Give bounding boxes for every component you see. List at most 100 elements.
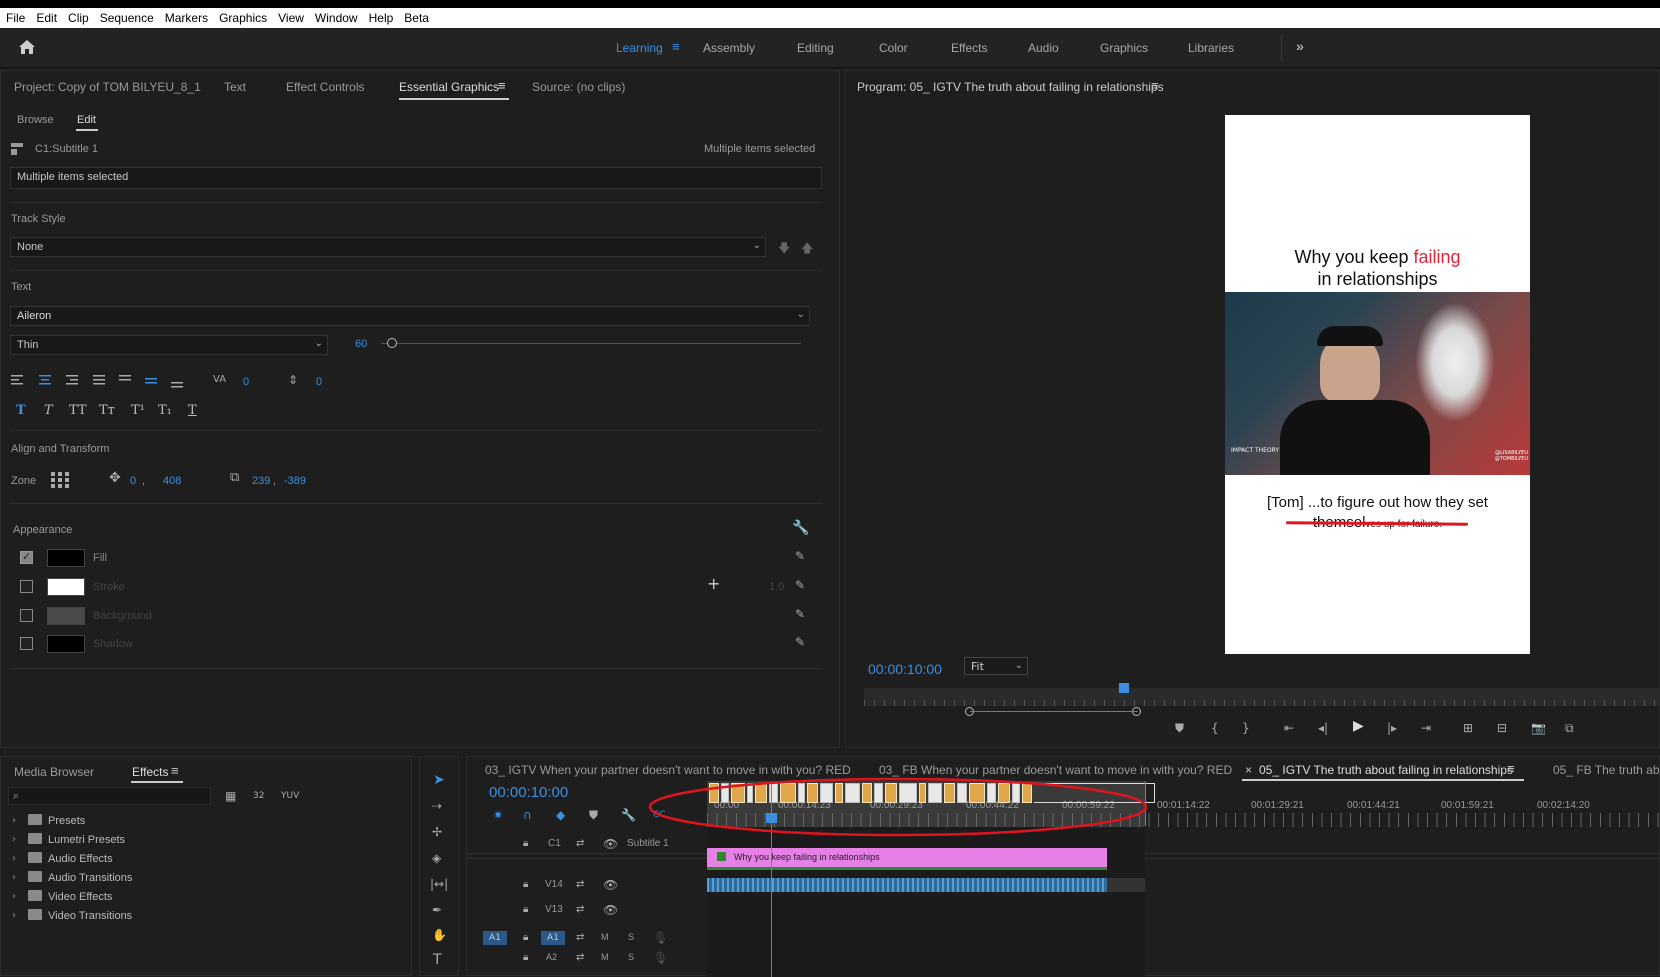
mark-in-icon[interactable]: { — [1211, 721, 1219, 735]
sync-icon[interactable]: ⇄ — [576, 903, 584, 917]
mic-icon[interactable]: 🎙︎ — [653, 951, 668, 965]
menu-clip[interactable]: Clip — [68, 11, 89, 25]
background-checkbox[interactable] — [20, 609, 33, 622]
eye-icon[interactable]: 👁︎ — [603, 903, 618, 917]
tab-source[interactable]: Source: (no clips) — [532, 80, 625, 94]
multiple-items-field[interactable]: Multiple items selected — [10, 167, 822, 189]
fill-checkbox[interactable]: ✓ — [20, 550, 33, 564]
graphic-clip[interactable]: Why you keep failing in relationships — [707, 848, 1107, 870]
workspace-learning[interactable]: Learning — [616, 41, 663, 55]
stroke-width-value[interactable]: 1.0 — [769, 581, 784, 593]
linked-selection-icon[interactable]: ◆ — [556, 808, 565, 822]
push-up-icon[interactable]: 🡅 — [801, 241, 813, 255]
close-tab-icon[interactable]: × — [1245, 763, 1252, 777]
tree-item[interactable]: › Video Effects — [10, 890, 404, 908]
subscript-button[interactable]: T₁ — [158, 403, 172, 418]
anchor-x[interactable]: 239 — [252, 475, 270, 487]
tree-item[interactable]: › Audio Effects — [10, 852, 404, 870]
32bit-effects-icon[interactable]: 32 — [253, 789, 264, 803]
underline-button[interactable]: T — [188, 403, 197, 418]
workspace-overflow-icon[interactable]: » — [1296, 38, 1304, 54]
workspace-graphics[interactable]: Graphics — [1100, 41, 1148, 55]
step-forward-icon[interactable]: |▸ — [1387, 721, 1397, 735]
solo-button[interactable]: S — [628, 932, 634, 942]
menu-sequence[interactable]: Sequence — [100, 11, 154, 25]
ripple-edit-tool-icon[interactable]: ✢ — [432, 825, 442, 839]
effects-search-input[interactable]: ⌕ — [8, 787, 211, 805]
timeline-settings-icon[interactable]: 🔧 — [621, 808, 636, 822]
workspace-editing[interactable]: Editing — [797, 41, 834, 55]
home-icon[interactable] — [18, 39, 36, 55]
menu-help[interactable]: Help — [369, 11, 394, 25]
sync-icon[interactable]: ⇄ — [576, 837, 584, 851]
wrench-icon[interactable]: 🔧 — [792, 521, 809, 535]
accelerated-effects-icon[interactable]: ▦ — [225, 789, 236, 803]
menu-beta[interactable]: Beta — [404, 11, 429, 25]
font-select[interactable]: Aileron ⌄ — [10, 306, 810, 326]
panel-menu-icon[interactable]: ≡ — [1507, 761, 1515, 776]
eyedropper-icon[interactable]: ✎ — [795, 607, 805, 621]
yuv-effects-icon[interactable]: YUV — [281, 789, 299, 803]
overwrite-icon[interactable]: ⊟ — [1497, 721, 1507, 735]
menu-edit[interactable]: Edit — [36, 11, 57, 25]
hand-tool-icon[interactable]: ✋ — [432, 928, 447, 942]
play-icon[interactable]: ▶ — [1353, 719, 1364, 733]
eyedropper-icon[interactable]: ✎ — [795, 635, 805, 649]
eye-icon[interactable]: 👁︎ — [603, 837, 618, 851]
timeline-timecode[interactable]: 00:00:10:00 — [489, 784, 568, 801]
zone-grid-icon[interactable] — [50, 471, 70, 489]
add-marker-icon[interactable]: ⛊ — [1175, 721, 1184, 735]
lock-icon[interactable]: 🔒︎ — [523, 903, 528, 917]
video-frame[interactable]: Why you keep failing in relationships IM… — [1225, 115, 1530, 654]
workspace-audio[interactable]: Audio — [1028, 41, 1059, 55]
faux-italic-button[interactable]: T — [44, 403, 53, 418]
anchor-y[interactable]: -389 — [284, 475, 306, 487]
font-size-value[interactable]: 60 — [355, 338, 367, 350]
menu-graphics[interactable]: Graphics — [219, 11, 267, 25]
program-timeline-ruler[interactable] — [864, 688, 1660, 706]
sync-icon[interactable]: ⇄ — [576, 931, 584, 945]
menu-view[interactable]: View — [278, 11, 304, 25]
panel-menu-icon[interactable]: ≡ — [498, 78, 506, 93]
eyedropper-icon[interactable]: ✎ — [795, 578, 805, 592]
sync-icon[interactable]: ⇄ — [576, 878, 584, 892]
leading-value[interactable]: 0 — [316, 376, 322, 388]
lock-icon[interactable]: 🔒︎ — [523, 931, 528, 945]
tree-item[interactable]: › Audio Transitions — [10, 871, 404, 889]
go-to-out-icon[interactable]: ⇥ — [1421, 721, 1431, 735]
tree-item[interactable]: › Presets — [10, 814, 404, 832]
workspace-libraries[interactable]: Libraries — [1188, 41, 1234, 55]
shadow-swatch[interactable] — [47, 635, 85, 653]
panel-menu-icon[interactable]: ≡ — [171, 763, 179, 778]
panel-menu-icon[interactable]: ≡ — [1151, 78, 1159, 93]
nest-toggle-icon[interactable]: ✷ — [493, 808, 503, 822]
add-stroke-icon[interactable]: + — [707, 576, 720, 592]
source-patch-a1[interactable]: A1 — [483, 931, 507, 945]
eyedropper-icon[interactable]: ✎ — [795, 549, 805, 563]
go-to-in-icon[interactable]: ⇤ — [1284, 721, 1294, 735]
fill-swatch[interactable] — [47, 549, 85, 567]
track-target-a1[interactable]: A1 — [541, 931, 565, 945]
tab-effect-controls[interactable]: Effect Controls — [286, 80, 364, 94]
tab-browse[interactable]: Browse — [17, 114, 54, 126]
background-swatch[interactable] — [47, 607, 85, 625]
slip-tool-icon[interactable]: |↔| — [430, 877, 448, 891]
tab-edit[interactable]: Edit — [77, 114, 96, 126]
mark-out-icon[interactable]: } — [1242, 721, 1250, 735]
workspace-assembly[interactable]: Assembly — [703, 41, 755, 55]
superscript-button[interactable]: T¹ — [131, 403, 145, 418]
eye-icon[interactable]: 👁︎ — [603, 878, 618, 892]
tab-media-browser[interactable]: Media Browser — [14, 765, 94, 779]
razor-tool-icon[interactable]: ◈ — [432, 851, 441, 865]
workspace-effects[interactable]: Effects — [951, 41, 987, 55]
mute-button[interactable]: M — [601, 952, 609, 962]
shadow-checkbox[interactable] — [20, 637, 33, 650]
pen-tool-icon[interactable]: ✒ — [432, 903, 442, 917]
menu-window[interactable]: Window — [315, 11, 358, 25]
mic-icon[interactable]: 🎙︎ — [653, 931, 668, 945]
tab-text[interactable]: Text — [224, 80, 246, 94]
font-size-slider-track[interactable] — [381, 343, 801, 344]
position-y[interactable]: 408 — [163, 475, 181, 487]
tab-effects[interactable]: Effects — [132, 765, 168, 779]
stroke-checkbox[interactable] — [20, 580, 33, 593]
